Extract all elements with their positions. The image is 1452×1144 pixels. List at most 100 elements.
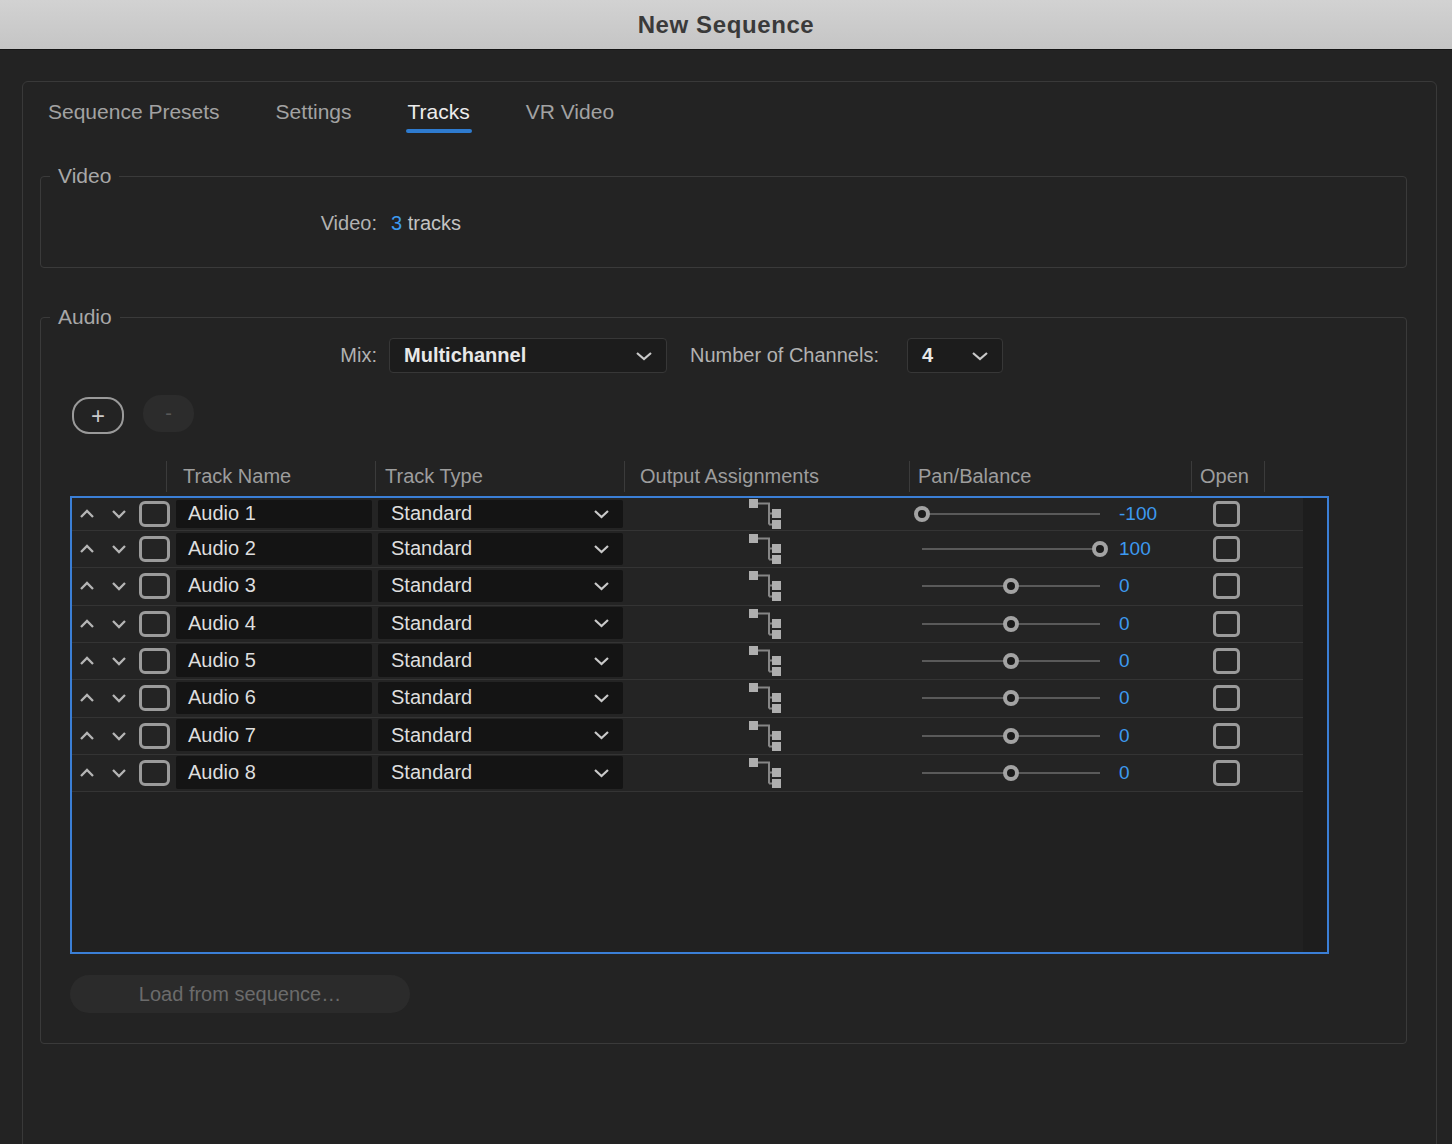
output-assignments-icon[interactable] — [749, 646, 781, 676]
column-header-pan-balance: Pan/Balance — [918, 465, 1031, 488]
move-track-down-icon[interactable] — [111, 693, 127, 704]
output-assignments-icon[interactable] — [749, 571, 781, 601]
track-type-dropdown[interactable]: Standard — [378, 500, 623, 528]
track-select-checkbox[interactable] — [139, 760, 170, 786]
pan-value[interactable]: 0 — [1119, 613, 1130, 635]
pan-slider-knob[interactable] — [1003, 728, 1019, 744]
tab-settings[interactable]: Settings — [276, 100, 352, 133]
output-assignments-icon[interactable] — [749, 499, 781, 529]
track-select-checkbox[interactable] — [139, 685, 170, 711]
tab-tracks[interactable]: Tracks — [408, 100, 470, 133]
track-row: Audio 3 Standard 0 — [72, 568, 1303, 605]
output-assignments-icon[interactable] — [749, 683, 781, 713]
track-type-dropdown[interactable]: Standard — [378, 682, 623, 714]
pan-slider-knob[interactable] — [1092, 541, 1108, 557]
track-select-checkbox[interactable] — [139, 573, 170, 599]
pan-slider-knob[interactable] — [914, 506, 930, 522]
output-assignments-icon[interactable] — [749, 609, 781, 639]
add-track-button[interactable]: + — [72, 397, 124, 434]
table-scrollbar-gutter[interactable] — [1303, 498, 1327, 952]
channels-dropdown[interactable]: 4 — [907, 338, 1003, 373]
track-open-checkbox[interactable] — [1213, 611, 1240, 637]
track-type-dropdown[interactable]: Standard — [378, 644, 623, 676]
mix-dropdown[interactable]: Multichannel — [389, 338, 667, 373]
header-divider — [624, 461, 625, 492]
pan-slider-knob[interactable] — [1003, 765, 1019, 781]
column-header-open: Open — [1200, 465, 1249, 488]
pan-value[interactable]: 0 — [1119, 725, 1130, 747]
column-header-track-type: Track Type — [385, 465, 483, 488]
track-type-dropdown[interactable]: Standard — [378, 756, 623, 788]
load-from-sequence-button[interactable]: Load from sequence… — [70, 975, 410, 1013]
tab-sequence-presets[interactable]: Sequence Presets — [48, 100, 220, 133]
track-type-dropdown[interactable]: Standard — [378, 719, 623, 751]
move-track-up-icon[interactable] — [79, 618, 95, 629]
move-track-down-icon[interactable] — [111, 544, 127, 555]
move-track-up-icon[interactable] — [79, 730, 95, 741]
move-track-up-icon[interactable] — [79, 693, 95, 704]
track-open-checkbox[interactable] — [1213, 536, 1240, 562]
track-type-dropdown[interactable]: Standard — [378, 570, 623, 602]
track-name-input[interactable]: Audio 3 — [176, 570, 372, 602]
chevron-down-icon — [593, 544, 610, 554]
tab-vr-video[interactable]: VR Video — [526, 100, 614, 133]
move-track-down-icon[interactable] — [111, 618, 127, 629]
move-track-up-icon[interactable] — [79, 581, 95, 592]
track-open-checkbox[interactable] — [1213, 573, 1240, 599]
track-open-checkbox[interactable] — [1213, 760, 1240, 786]
column-header-track-name: Track Name — [183, 465, 291, 488]
header-divider — [1191, 461, 1192, 492]
audio-tracks-table: Audio 1 Standard -100 Audio 2 Standard — [70, 496, 1329, 954]
chevron-down-icon — [971, 351, 989, 361]
output-assignments-icon[interactable] — [749, 758, 781, 788]
track-open-checkbox[interactable] — [1213, 723, 1240, 749]
chevron-down-icon — [593, 768, 610, 778]
remove-track-button[interactable]: - — [143, 395, 194, 432]
track-name-input[interactable]: Audio 2 — [176, 533, 372, 565]
track-name-input[interactable]: Audio 7 — [176, 719, 372, 751]
track-select-checkbox[interactable] — [139, 611, 170, 637]
move-track-down-icon[interactable] — [111, 768, 127, 779]
pan-value[interactable]: 100 — [1119, 538, 1151, 560]
move-track-down-icon[interactable] — [111, 509, 127, 520]
track-name-input[interactable]: Audio 4 — [176, 607, 372, 639]
track-select-checkbox[interactable] — [139, 648, 170, 674]
track-open-checkbox[interactable] — [1213, 501, 1240, 527]
output-assignments-icon[interactable] — [749, 721, 781, 751]
move-track-down-icon[interactable] — [111, 581, 127, 592]
move-track-up-icon[interactable] — [79, 509, 95, 520]
track-open-checkbox[interactable] — [1213, 648, 1240, 674]
track-name-input[interactable]: Audio 6 — [176, 682, 372, 714]
track-name-input[interactable]: Audio 5 — [176, 644, 372, 676]
pan-slider-knob[interactable] — [1003, 578, 1019, 594]
dialog-title: New Sequence — [638, 11, 815, 39]
track-select-checkbox[interactable] — [139, 501, 170, 527]
track-type-dropdown[interactable]: Standard — [378, 607, 623, 639]
move-track-up-icon[interactable] — [79, 544, 95, 555]
move-track-down-icon[interactable] — [111, 730, 127, 741]
track-open-checkbox[interactable] — [1213, 685, 1240, 711]
move-track-up-icon[interactable] — [79, 656, 95, 667]
track-name-input[interactable]: Audio 1 — [176, 500, 372, 528]
pan-slider-knob[interactable] — [1003, 653, 1019, 669]
video-tracks-count[interactable]: 3 — [391, 212, 402, 234]
track-name-input[interactable]: Audio 8 — [176, 756, 372, 788]
pan-value[interactable]: -100 — [1119, 503, 1157, 525]
pan-value[interactable]: 0 — [1119, 650, 1130, 672]
pan-value[interactable]: 0 — [1119, 687, 1130, 709]
pan-slider-track[interactable] — [922, 548, 1100, 550]
output-assignments-icon[interactable] — [749, 534, 781, 564]
move-track-down-icon[interactable] — [111, 656, 127, 667]
dialog-titlebar[interactable]: New Sequence — [0, 0, 1452, 50]
track-select-checkbox[interactable] — [139, 723, 170, 749]
chevron-down-icon — [593, 693, 610, 703]
pan-slider-track[interactable] — [922, 513, 1100, 515]
chevron-down-icon — [635, 351, 653, 361]
pan-value[interactable]: 0 — [1119, 575, 1130, 597]
track-select-checkbox[interactable] — [139, 536, 170, 562]
move-track-up-icon[interactable] — [79, 768, 95, 779]
track-type-dropdown[interactable]: Standard — [378, 533, 623, 565]
pan-slider-knob[interactable] — [1003, 690, 1019, 706]
pan-slider-knob[interactable] — [1003, 616, 1019, 632]
pan-value[interactable]: 0 — [1119, 762, 1130, 784]
